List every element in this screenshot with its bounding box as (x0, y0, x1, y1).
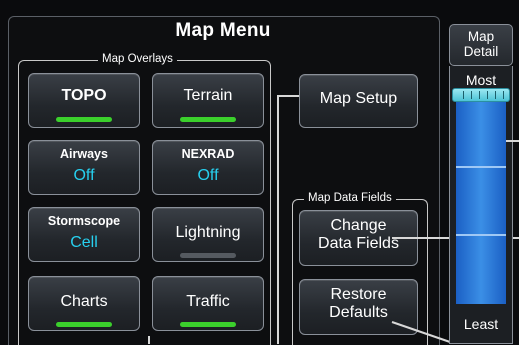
topo-status-bar (56, 117, 112, 122)
handle-grip (503, 91, 504, 99)
topo-button[interactable]: TOPO (28, 73, 140, 128)
stormscope-label: Stormscope (47, 214, 121, 228)
nexrad-label: NEXRAD (181, 147, 235, 161)
traffic-label: Traffic (186, 293, 230, 310)
traffic-status-bar (180, 322, 236, 327)
overlays-leader-line (148, 336, 150, 344)
handle-grip (495, 91, 496, 99)
nexrad-value: Off (197, 167, 219, 184)
terrain-label: Terrain (183, 87, 233, 104)
map-setup-button[interactable]: Map Setup (299, 74, 418, 128)
stormscope-value: Cell (70, 234, 98, 251)
lightning-label: Lightning (175, 224, 241, 241)
charts-status-bar (56, 322, 112, 327)
handle-grip (471, 91, 472, 99)
terrain-button[interactable]: Terrain (152, 73, 264, 128)
map-overlays-label: Map Overlays (98, 53, 177, 65)
airways-button[interactable]: Airways Off (28, 140, 140, 195)
map-detail-slider-handle[interactable] (452, 88, 510, 102)
lightning-status-bar (180, 253, 236, 258)
map-setup-leader-vertical (277, 95, 279, 344)
topo-label: TOPO (61, 87, 107, 104)
map-detail-label-line2: Detail (463, 44, 499, 59)
map-detail-track[interactable] (456, 98, 506, 304)
terrain-status-bar (180, 117, 236, 122)
charts-label: Charts (60, 293, 108, 310)
map-detail-label-line1: Map (467, 29, 495, 44)
charts-button[interactable]: Charts (28, 276, 140, 331)
handle-grip (463, 91, 464, 99)
lightning-button[interactable]: Lightning (152, 207, 264, 262)
map-setup-leader-horizontal (277, 95, 299, 97)
handle-grip (487, 91, 488, 99)
airways-label: Airways (60, 147, 108, 161)
map-detail-header: Map Detail (449, 24, 513, 66)
restore-defaults-label-line1: Restore (330, 286, 387, 303)
change-data-fields-label-line1: Change (330, 217, 387, 234)
stormscope-button[interactable]: Stormscope Cell (28, 207, 140, 262)
detail-level-divider (456, 234, 506, 236)
slider-leader-line (506, 140, 519, 142)
detail-level-divider (456, 166, 506, 168)
map-data-fields-label: Map Data Fields (304, 192, 396, 204)
handle-grip (479, 91, 480, 99)
nexrad-button[interactable]: NEXRAD Off (152, 140, 264, 195)
page-title: Map Menu (175, 20, 271, 41)
map-detail-least-label: Least (463, 316, 499, 332)
map-detail-most-label: Most (465, 72, 497, 88)
traffic-button[interactable]: Traffic (152, 276, 264, 331)
airways-value: Off (73, 167, 95, 184)
map-setup-label: Map Setup (319, 90, 398, 107)
